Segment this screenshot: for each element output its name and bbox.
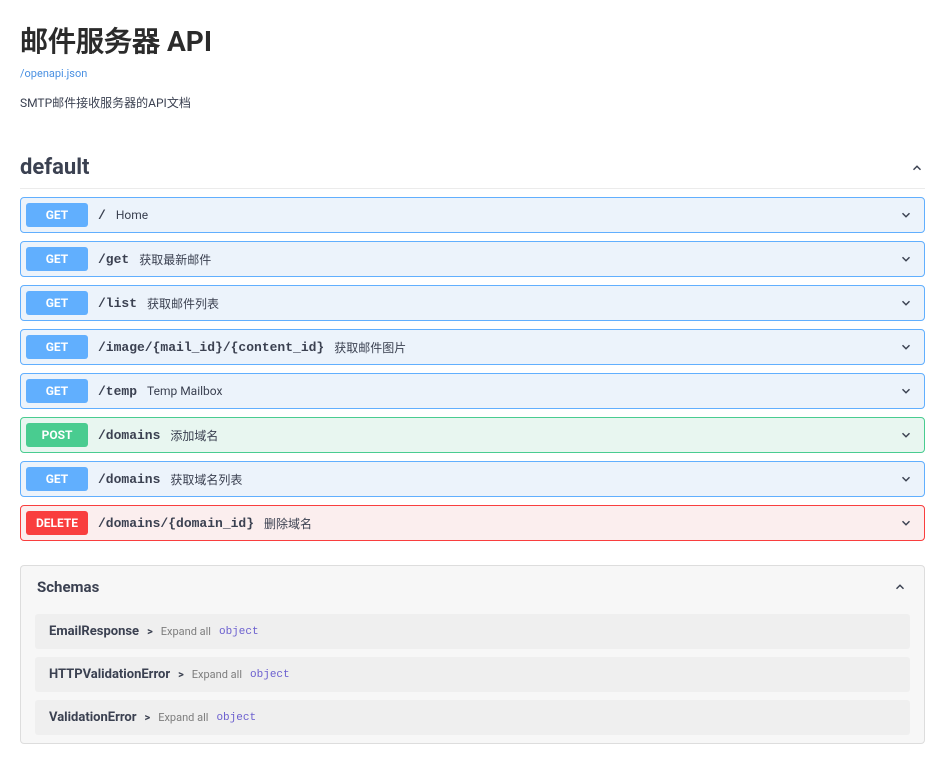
operation-path: /temp: [98, 384, 137, 399]
schemas-list: EmailResponse>Expand allobjectHTTPValida…: [21, 614, 924, 735]
openapi-spec-link[interactable]: /openapi.json: [20, 67, 87, 80]
chevron-down-icon: [898, 339, 914, 355]
operation-row[interactable]: GET/domains 获取域名列表: [20, 461, 925, 497]
operation-summary: 获取最新邮件: [139, 251, 898, 268]
operation-row[interactable]: GET/list 获取邮件列表: [20, 285, 925, 321]
operation-summary: 获取邮件列表: [147, 295, 898, 312]
chevron-down-icon: [898, 515, 914, 531]
chevron-up-icon: [909, 160, 925, 176]
operation-row[interactable]: GET/image/{mail_id}/{content_id} 获取邮件图片: [20, 329, 925, 365]
schemas-title: Schemas: [37, 578, 99, 596]
operation-path: /get: [98, 252, 129, 267]
operations-list: GET / Home GET/get 获取最新邮件 GET/list 获取邮件列表 GET/i…: [20, 197, 925, 541]
chevron-down-icon: [898, 427, 914, 443]
operation-path: /: [98, 208, 106, 223]
tag-section-default: default GET / Home GET/get 获取最新邮件 GET/list 获取邮…: [20, 147, 925, 541]
method-badge: DELETE: [26, 511, 88, 535]
chevron-down-icon: [898, 383, 914, 399]
operation-path: /image/{mail_id}/{content_id}: [98, 340, 324, 355]
operation-summary: Home: [116, 208, 898, 222]
schema-row[interactable]: HTTPValidationError > Expand all object: [35, 657, 910, 692]
api-title: 邮件服务器 API: [20, 20, 925, 60]
chevron-down-icon: [898, 471, 914, 487]
tag-header[interactable]: default: [20, 147, 925, 189]
expand-all-label[interactable]: Expand all: [192, 668, 242, 681]
operation-summary: 删除域名: [264, 515, 898, 532]
operation-summary: 获取邮件图片: [334, 339, 898, 356]
method-badge: GET: [26, 247, 88, 271]
operation-row[interactable]: GET/get 获取最新邮件: [20, 241, 925, 277]
schema-name: HTTPValidationError: [49, 667, 170, 682]
method-badge: GET: [26, 379, 88, 403]
method-badge: GET: [26, 467, 88, 491]
chevron-down-icon: [898, 251, 914, 267]
tag-name: default: [20, 155, 90, 180]
schemas-header[interactable]: Schemas: [21, 566, 924, 608]
operation-row[interactable]: GET/temp Temp Mailbox: [20, 373, 925, 409]
method-badge: GET: [26, 335, 88, 359]
expand-all-label[interactable]: Expand all: [158, 711, 208, 724]
operation-row[interactable]: POST/domains 添加域名: [20, 417, 925, 453]
operation-path: /domains: [98, 472, 160, 487]
method-badge: GET: [26, 291, 88, 315]
operation-summary: 获取域名列表: [170, 471, 898, 488]
api-description: SMTP邮件接收服务器的API文档: [20, 94, 925, 111]
operation-path: /domains/{domain_id}: [98, 516, 254, 531]
operation-path: /domains: [98, 428, 160, 443]
schema-name: ValidationError: [49, 710, 137, 725]
operation-summary: Temp Mailbox: [147, 384, 898, 398]
type-object-label: object: [250, 669, 290, 681]
chevron-right-icon: >: [145, 711, 151, 724]
schemas-section: Schemas EmailResponse>Expand allobjectHT…: [20, 565, 925, 744]
chevron-up-icon: [892, 579, 908, 595]
operation-summary: 添加域名: [170, 427, 898, 444]
schema-row[interactable]: ValidationError > Expand all object: [35, 700, 910, 735]
chevron-down-icon: [898, 295, 914, 311]
operation-row[interactable]: GET / Home: [20, 197, 925, 233]
page-header: 邮件服务器 API /openapi.json SMTP邮件接收服务器的API文…: [20, 20, 925, 111]
type-object-label: object: [216, 712, 256, 724]
method-badge: POST: [26, 423, 88, 447]
method-badge: GET: [26, 203, 88, 227]
operation-path: /list: [98, 296, 137, 311]
operation-row[interactable]: DELETE/domains/{domain_id} 删除域名: [20, 505, 925, 541]
chevron-right-icon: >: [178, 668, 184, 681]
chevron-down-icon: [898, 207, 914, 223]
